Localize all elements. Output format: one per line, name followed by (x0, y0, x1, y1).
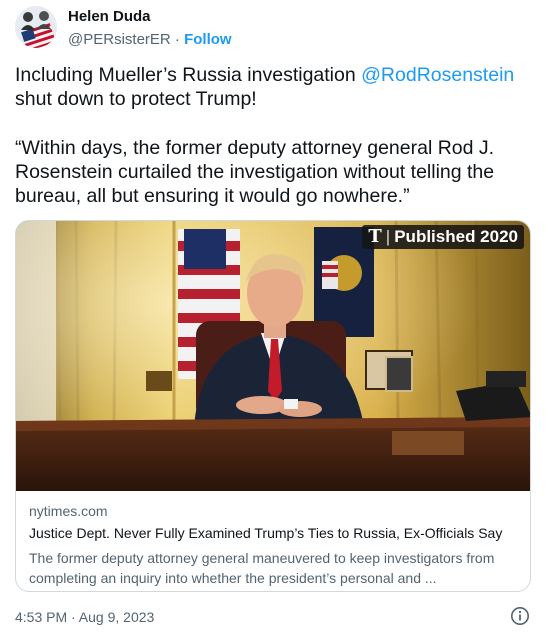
mention-link[interactable]: @RodRosenstein (361, 64, 514, 86)
link-card[interactable]: T | Published 2020 nytimes.com Justice D… (15, 220, 531, 592)
tweet-paragraph-2: “Within days, the former deputy attorney… (15, 137, 495, 207)
author-name[interactable]: Helen Duda (68, 8, 151, 25)
info-icon[interactable] (510, 606, 530, 626)
info-icon-svg (511, 607, 529, 625)
badge-separator: | (385, 227, 391, 246)
author-handle[interactable]: @PERsisterER (68, 31, 171, 48)
badge-text: Published 2020 (394, 227, 518, 246)
tweet: Helen Duda @PERsisterER · Follow Includi… (0, 0, 550, 640)
timestamp[interactable]: 4:53 PM · Aug 9, 2023 (15, 609, 154, 625)
card-domain: nytimes.com (29, 503, 108, 519)
follow-button[interactable]: Follow (184, 31, 232, 48)
avatar-image (15, 6, 57, 48)
tweet-text: Including Mueller’s Russia investigation… (15, 63, 535, 208)
card-photo (16, 221, 530, 491)
card-description: The former deputy attorney general maneu… (29, 550, 495, 586)
card-title[interactable]: Justice Dept. Never Fully Examined Trump… (29, 525, 521, 541)
handle-separator: · (170, 31, 185, 48)
tweet-paragraph-1: Including Mueller’s Russia investigation… (15, 63, 535, 111)
nyt-logo-icon: T (368, 226, 382, 247)
published-badge: T | Published 2020 (362, 225, 524, 249)
card-image[interactable]: T | Published 2020 (16, 221, 530, 491)
avatar[interactable] (15, 6, 57, 48)
tweet-text-part1-end: shut down to protect Trump! (15, 88, 257, 110)
author-handle-row: @PERsisterER · Follow (68, 31, 232, 48)
tweet-text-part1: Including Mueller’s Russia investigation (15, 64, 362, 86)
